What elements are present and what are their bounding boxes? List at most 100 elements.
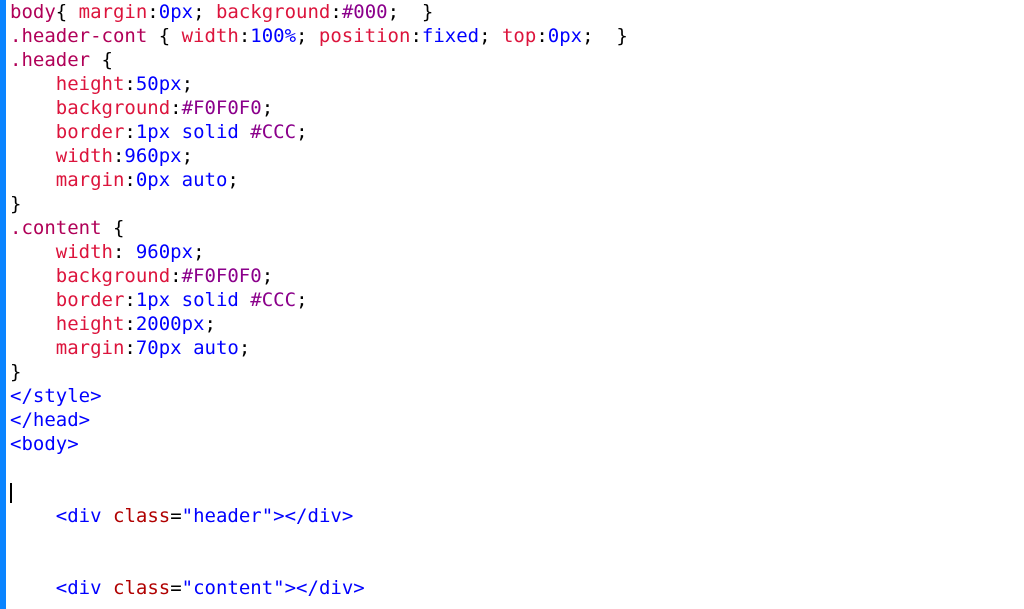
code-token: background [216, 1, 330, 23]
code-line[interactable]: <div class="content"></div> [10, 576, 1024, 600]
code-token: ; [262, 97, 273, 119]
code-token: : [330, 1, 341, 23]
code-token: ; [182, 145, 193, 167]
code-token: background [56, 97, 170, 119]
text-caret [10, 483, 11, 503]
code-token: ></ [273, 505, 307, 527]
code-line[interactable]: </style> [10, 384, 1024, 408]
code-token [102, 505, 113, 527]
code-token: 100% [250, 25, 296, 47]
code-token: ; [296, 25, 319, 47]
code-token: ></ [285, 577, 319, 599]
code-token: 0px [159, 1, 193, 23]
code-token: > [79, 409, 90, 431]
code-token: ; [296, 289, 307, 311]
code-token: : [410, 25, 421, 47]
code-line[interactable] [10, 480, 1024, 504]
code-line[interactable]: height:2000px; [10, 312, 1024, 336]
code-token: border [56, 121, 125, 143]
code-token: 960px [124, 145, 181, 167]
code-token: ; [262, 265, 273, 287]
code-token: margin [56, 169, 125, 191]
code-token: : [113, 241, 136, 263]
code-line[interactable]: background:#F0F0F0; [10, 96, 1024, 120]
code-line[interactable]: height:50px; [10, 72, 1024, 96]
code-token: ; [182, 73, 193, 95]
code-token: ; [227, 169, 238, 191]
code-token: body [10, 1, 56, 23]
code-token: < [56, 505, 67, 527]
code-token: < [10, 433, 21, 455]
code-token: : [170, 97, 181, 119]
code-token: : [113, 145, 124, 167]
code-token: style [33, 385, 90, 407]
code-token: 1px [136, 121, 170, 143]
code-token [170, 169, 181, 191]
code-token: 0px [136, 169, 170, 191]
code-token: 2000px [136, 313, 205, 335]
code-editor-area[interactable]: body{ margin:0px; background:#000; }.hea… [10, 0, 1024, 609]
code-token: ; [193, 1, 216, 23]
code-token: : [124, 289, 135, 311]
code-line[interactable]: border:1px solid #CCC; [10, 120, 1024, 144]
code-line[interactable]: <div class="header"></div> [10, 504, 1024, 528]
code-token: </ [10, 409, 33, 431]
code-line[interactable]: } [10, 360, 1024, 384]
code-token [102, 577, 113, 599]
code-token: : [239, 25, 250, 47]
code-token: auto [193, 337, 239, 359]
code-line[interactable]: .header-cont { width:100%; position:fixe… [10, 24, 1024, 48]
code-token: ; [205, 313, 216, 335]
code-token: #000 [342, 1, 388, 23]
code-token: border [56, 289, 125, 311]
code-line[interactable]: width:960px; [10, 144, 1024, 168]
editor-gutter [0, 0, 6, 609]
code-token: = [170, 577, 181, 599]
code-token: : [536, 25, 547, 47]
code-line[interactable]: width: 960px; [10, 240, 1024, 264]
code-token: class [113, 505, 170, 527]
code-token: height [56, 73, 125, 95]
code-token: } [410, 1, 433, 23]
code-token: div [67, 505, 101, 527]
code-token: 70px [136, 337, 182, 359]
code-line[interactable]: margin:70px auto; [10, 336, 1024, 360]
code-token: > [342, 505, 353, 527]
code-token: : [147, 1, 158, 23]
code-line[interactable] [10, 456, 1024, 480]
code-line[interactable]: </head> [10, 408, 1024, 432]
code-token: { [102, 217, 125, 239]
code-token: position [319, 25, 411, 47]
code-token: #CCC [250, 121, 296, 143]
code-token: : [124, 169, 135, 191]
code-token: } [10, 193, 21, 215]
code-token: ; [296, 121, 307, 143]
code-token [239, 121, 250, 143]
code-line[interactable]: <body> [10, 432, 1024, 456]
code-line[interactable]: body{ margin:0px; background:#000; } [10, 0, 1024, 24]
code-line[interactable]: .header { [10, 48, 1024, 72]
code-token: = [170, 505, 181, 527]
code-token: margin [56, 337, 125, 359]
code-token: ; [193, 241, 204, 263]
code-line[interactable]: background:#F0F0F0; [10, 264, 1024, 288]
code-token: : [124, 121, 135, 143]
code-line[interactable] [10, 528, 1024, 552]
code-token [182, 337, 193, 359]
code-line[interactable]: margin:0px auto; [10, 168, 1024, 192]
code-token: body [21, 433, 67, 455]
code-token: : [124, 337, 135, 359]
code-token: < [56, 577, 67, 599]
code-token: ; [479, 25, 502, 47]
code-token: width [56, 241, 113, 263]
code-token: margin [79, 1, 148, 23]
code-token: top [502, 25, 536, 47]
code-token: .header [10, 49, 90, 71]
code-token: div [67, 577, 101, 599]
code-line[interactable]: .content { [10, 216, 1024, 240]
code-line[interactable]: border:1px solid #CCC; [10, 288, 1024, 312]
code-token: > [67, 433, 78, 455]
code-token: 960px [136, 241, 193, 263]
code-line[interactable]: } [10, 192, 1024, 216]
code-line[interactable] [10, 552, 1024, 576]
